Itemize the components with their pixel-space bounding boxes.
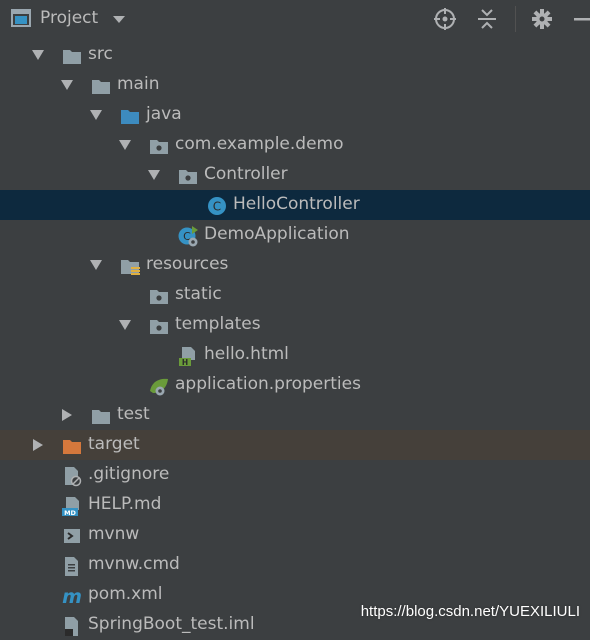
resources-folder-icon <box>121 260 140 275</box>
expanded-arrow-icon[interactable] <box>89 108 103 122</box>
locate-icon[interactable] <box>434 8 456 30</box>
tree-row-label: application.properties <box>175 374 361 394</box>
tree-row[interactable]: resources <box>0 250 590 280</box>
markdown-file-icon: MD <box>62 497 79 517</box>
gitignore-file-icon <box>65 467 82 487</box>
tree-row-label: com.example.demo <box>175 134 344 154</box>
tree-row[interactable]: java <box>0 100 590 130</box>
svg-text:MD: MD <box>64 509 76 517</box>
tree-row-label: templates <box>175 314 261 334</box>
folder-icon <box>63 50 81 64</box>
project-view-icon <box>11 9 31 27</box>
svg-text:C: C <box>213 200 221 214</box>
package-icon <box>179 170 197 184</box>
tree-row[interactable]: com.example.demo <box>0 130 590 160</box>
tree-row[interactable]: .gitignore <box>0 460 590 490</box>
tree-row[interactable]: mvnw <box>0 520 590 550</box>
tree-row-label: .gitignore <box>88 464 170 484</box>
package-icon <box>150 140 168 154</box>
shell-script-icon <box>64 529 80 543</box>
expanded-arrow-icon[interactable] <box>89 258 103 272</box>
tree-row-label: main <box>117 74 160 94</box>
dropdown-caret-icon[interactable] <box>112 15 126 24</box>
expanded-arrow-icon[interactable] <box>147 168 161 182</box>
tree-row[interactable]: target <box>0 430 590 460</box>
spring-boot-app-icon: C <box>178 226 198 247</box>
tree-row[interactable]: MD HELP.md <box>0 490 590 520</box>
maven-icon: m <box>62 586 82 607</box>
tree-row[interactable]: Hhello.html <box>0 340 590 370</box>
tree-row[interactable]: application.properties <box>0 370 590 400</box>
hide-icon[interactable] <box>572 8 590 30</box>
toolbar-separator <box>515 6 516 32</box>
tree-row-label: HelloController <box>233 194 360 214</box>
tree-row[interactable]: templates <box>0 310 590 340</box>
watermark: https://blog.csdn.net/YUEXILIULI <box>360 603 580 620</box>
package-icon <box>150 290 168 304</box>
tree-row-label: mvnw.cmd <box>88 554 180 574</box>
gear-icon[interactable] <box>531 8 553 30</box>
excluded-folder-icon <box>63 440 81 454</box>
tree-row-label: HELP.md <box>88 494 162 514</box>
svg-text:m: m <box>62 586 82 607</box>
java-class-icon: C <box>208 197 226 215</box>
folder-icon <box>92 410 110 424</box>
svg-text:H: H <box>182 358 188 367</box>
tree-row-label: SpringBoot_test.iml <box>88 614 255 634</box>
tree-row[interactable]: static <box>0 280 590 310</box>
tree-row-label: target <box>88 434 140 454</box>
spring-properties-icon <box>150 378 168 396</box>
tree-row-label: DemoApplication <box>204 224 350 244</box>
tree-row[interactable]: Controller <box>0 160 590 190</box>
tree-row[interactable]: main <box>0 70 590 100</box>
project-toolbar: Project <box>0 0 590 38</box>
tree-row-label: Controller <box>204 164 288 184</box>
tree-row[interactable]: C HelloController <box>0 190 590 220</box>
package-icon <box>150 320 168 334</box>
tree-row[interactable]: mvnw.cmd <box>0 550 590 580</box>
expanded-arrow-icon[interactable] <box>118 138 132 152</box>
tree-row[interactable]: C DemoApplication <box>0 220 590 250</box>
tree-row[interactable]: test <box>0 400 590 430</box>
tree-row-label: static <box>175 284 222 304</box>
collapsed-arrow-icon[interactable] <box>31 438 45 452</box>
collapse-all-icon[interactable] <box>476 8 498 30</box>
tree-row-label: src <box>88 44 113 64</box>
tree-row-label: hello.html <box>204 344 289 364</box>
project-view-title[interactable]: Project <box>40 8 98 28</box>
tree-row-label: resources <box>146 254 229 274</box>
source-folder-icon <box>121 110 139 124</box>
expanded-arrow-icon[interactable] <box>118 318 132 332</box>
iml-file-icon <box>65 617 78 636</box>
tree-row-label: mvnw <box>88 524 140 544</box>
html-file-icon: H <box>179 347 195 367</box>
text-file-icon <box>65 557 78 576</box>
tree-row-label: test <box>117 404 150 424</box>
tree-row-label: java <box>146 104 182 124</box>
expanded-arrow-icon[interactable] <box>60 78 74 92</box>
collapsed-arrow-icon[interactable] <box>60 408 74 422</box>
tree-row[interactable]: src <box>0 40 590 70</box>
expanded-arrow-icon[interactable] <box>31 48 45 62</box>
folder-icon <box>92 80 110 94</box>
tree-row-label: pom.xml <box>88 584 163 604</box>
